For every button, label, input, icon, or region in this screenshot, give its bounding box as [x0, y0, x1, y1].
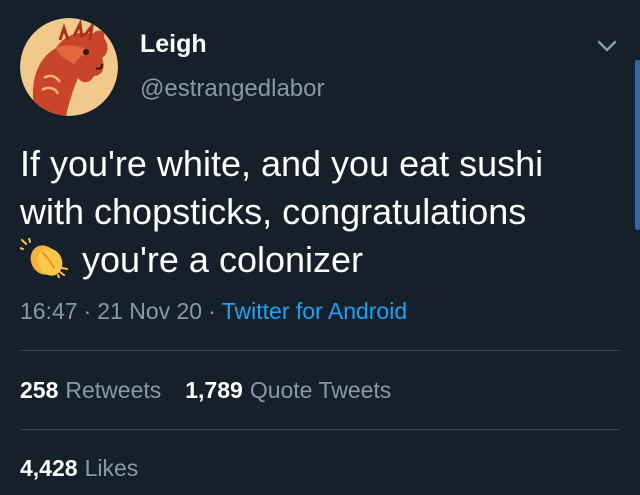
quote-tweets-stat[interactable]: 1,789 Quote Tweets — [185, 377, 391, 403]
tweet-text-line-3-text: you're a colonizer — [82, 239, 364, 280]
horse-head-avatar-image — [20, 18, 118, 116]
chevron-down-icon[interactable] — [594, 36, 620, 56]
tweet-date: 21 Nov 20 — [97, 298, 203, 324]
avatar[interactable] — [20, 18, 118, 116]
tweet-card: Leigh @estrangedlabor If you're white, a… — [0, 0, 640, 495]
quote-tweets-count: 1,789 — [185, 377, 243, 403]
likes-label: Likes — [84, 455, 139, 481]
clapping-hands-icon — [19, 237, 68, 279]
tweet-time: 16:47 — [20, 298, 78, 324]
retweets-label: Retweets — [65, 377, 162, 403]
divider — [20, 429, 620, 430]
tweet-source-link[interactable]: Twitter for Android — [222, 298, 407, 324]
retweets-stat[interactable]: 258 Retweets — [20, 377, 161, 403]
tweet-meta: 16:47 · 21 Nov 20 · Twitter for Android — [20, 298, 407, 325]
scrollbar[interactable] — [635, 60, 640, 230]
likes-stat[interactable]: 4,428 Likes — [20, 455, 138, 481]
tweet-text-line-1: If you're white, and you eat sushi — [20, 143, 544, 184]
author-name[interactable]: Leigh — [140, 30, 207, 59]
tweet-text: If you're white, and you eat sushi with … — [19, 140, 620, 284]
meta-separator: · — [83, 298, 92, 324]
engagement-stats: 258 Retweets 1,789 Quote Tweets — [20, 377, 391, 404]
meta-separator: · — [208, 298, 216, 324]
tweet-text-line-3: you're a colonizer — [19, 236, 620, 284]
likes-stat-row: 4,428 Likes — [20, 455, 138, 482]
likes-count: 4,428 — [20, 455, 78, 481]
divider — [20, 350, 620, 351]
tweet-text-line-2: with chopsticks, congratulations — [20, 191, 527, 232]
quote-tweets-label: Quote Tweets — [249, 377, 392, 403]
author-handle[interactable]: @estrangedlabor — [140, 75, 324, 103]
retweets-count: 258 — [20, 377, 59, 403]
